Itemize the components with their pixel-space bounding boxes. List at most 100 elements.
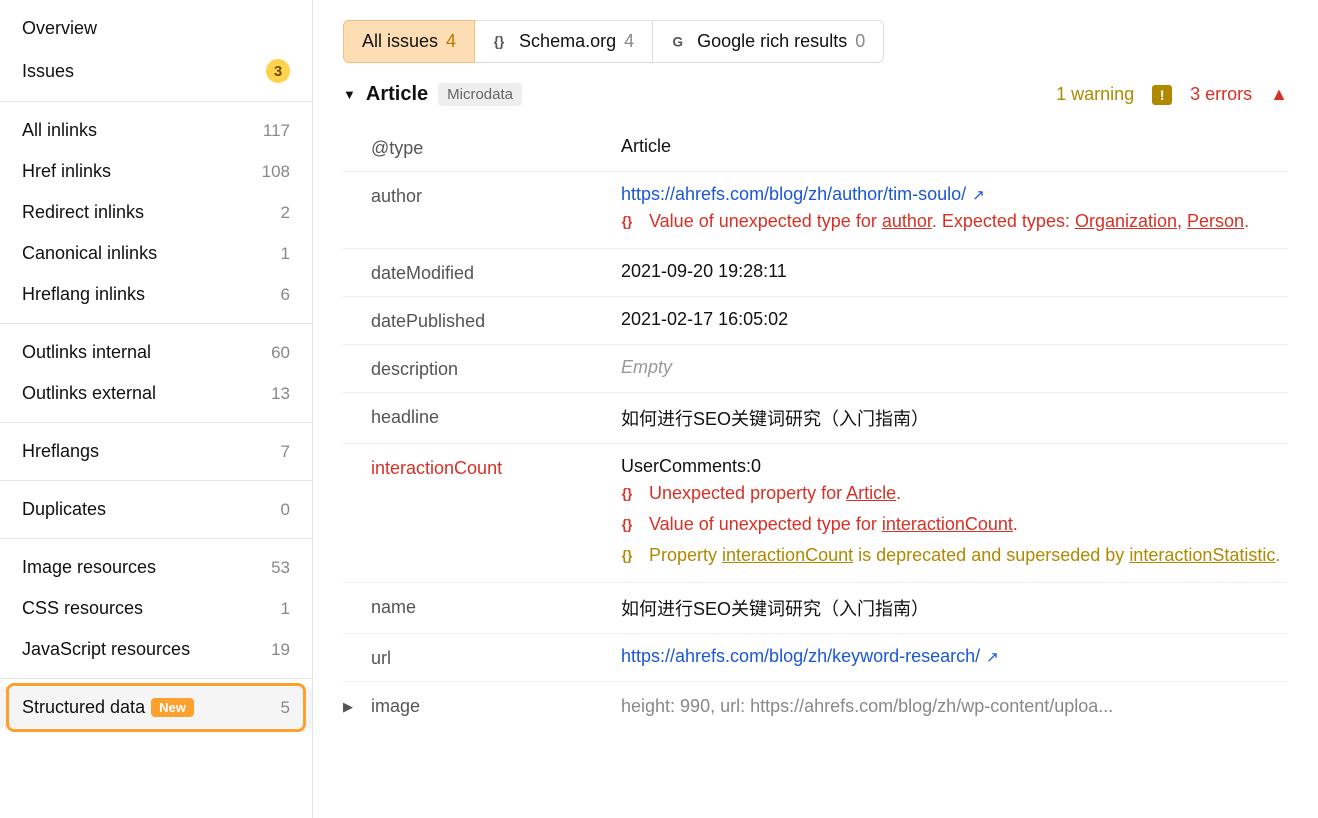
svg-text:{}: {} [494, 33, 505, 48]
braces-error-icon: {} [621, 516, 639, 539]
tab-all-issues[interactable]: All issues 4 [343, 20, 475, 63]
braces-error-icon: {} [621, 213, 639, 236]
sidebar-item-outlinks-external[interactable]: Outlinks external13 [0, 373, 312, 414]
sidebar-item-count: 117 [263, 121, 290, 141]
sidebar-item-overview[interactable]: Overview [0, 8, 312, 49]
prop-row-image: ▶ image height: 990, url: https://ahrefs… [343, 682, 1288, 717]
warning-message: {} Property interactionCount is deprecat… [621, 545, 1288, 570]
prop-row-datepublished: datePublished 2021-02-17 16:05:02 [343, 297, 1288, 345]
prop-key: datePublished [371, 309, 621, 332]
sidebar-item-count: 19 [271, 640, 290, 660]
sidebar-item-count: 60 [271, 343, 290, 363]
prop-key: @type [371, 136, 621, 159]
sidebar-item-count: 2 [281, 203, 290, 223]
prop-row-headline: headline 如何进行SEO关键词研究（入门指南） [343, 393, 1288, 444]
tab-google-rich-results[interactable]: GGoogle rich results0 [653, 20, 884, 63]
sidebar-item-redirect-inlinks[interactable]: Redirect inlinks 2 [0, 192, 312, 233]
svg-text:{}: {} [622, 486, 633, 501]
prop-key: name [371, 595, 621, 618]
prop-row-type: @type Article [343, 118, 1288, 172]
prop-val: https://ahrefs.com/blog/zh/keyword-resea… [621, 646, 1288, 667]
sidebar-item-css-resources[interactable]: CSS resources1 [0, 588, 312, 629]
prop-key: description [371, 357, 621, 380]
tab-count: 4 [624, 31, 634, 52]
sidebar-item-image-resources[interactable]: Image resources 53 [0, 547, 312, 588]
sidebar-item-label: Image resources [22, 557, 156, 578]
svg-text:{}: {} [622, 214, 633, 229]
prop-row-interactioncount: interactionCount UserComments:0 {} Unexp… [343, 444, 1288, 583]
sidebar-item-hreflangs[interactable]: Hreflangs7 [0, 431, 312, 472]
sidebar-item-label: Issues [22, 61, 74, 82]
prop-val: 2021-09-20 19:28:11 [621, 261, 1288, 282]
sidebar-item-count: 6 [281, 285, 290, 305]
sidebar-item-structured-data[interactable]: Structured data New 5 [0, 687, 312, 728]
error-count-text: 3 errors [1190, 84, 1252, 105]
sidebar-item-label: Redirect inlinks [22, 202, 144, 223]
collapse-caret-icon[interactable]: ▼ [343, 87, 356, 102]
prop-key: dateModified [371, 261, 621, 284]
author-link[interactable]: https://ahrefs.com/blog/zh/author/tim-so… [621, 184, 966, 204]
sidebar-item-label: Hreflang inlinks [22, 284, 145, 305]
prop-row-description: description Empty [343, 345, 1288, 393]
warning-count-text: 1 warning [1056, 84, 1134, 105]
sidebar-item-hreflang-inlinks[interactable]: Hreflang inlinks 6 [0, 274, 312, 315]
tab-label: Google rich results [697, 31, 847, 52]
sidebar-item-count: 5 [281, 698, 290, 718]
sidebar-item-all-inlinks[interactable]: All inlinks 117 [0, 110, 312, 151]
error-icon: ▲ [1270, 84, 1288, 105]
sidebar-item-javascript-resources[interactable]: JavaScript resources 19 [0, 629, 312, 670]
sidebar-item-label: Href inlinks [22, 161, 111, 182]
error-message: {} Unexpected property for Article. [621, 483, 1288, 508]
external-link-icon[interactable]: ↗ [972, 187, 985, 204]
prop-row-name: name 如何进行SEO关键词研究（入门指南） [343, 583, 1288, 634]
sidebar-item-outlinks-internal[interactable]: Outlinks internal 60 [0, 332, 312, 373]
sidebar-item-label: Outlinks external [22, 383, 156, 404]
prop-val-truncated: height: 990, url: https://ahrefs.com/blo… [621, 696, 1288, 717]
tab-schema.org[interactable]: {}Schema.org4 [475, 20, 653, 63]
prop-row-datemodified: dateModified 2021-09-20 19:28:11 [343, 249, 1288, 297]
sidebar-item-duplicates[interactable]: Duplicates 0 [0, 489, 312, 530]
prop-key: headline [371, 405, 621, 428]
sidebar-item-label: Outlinks internal [22, 342, 151, 363]
sidebar-item-label: All inlinks [22, 120, 97, 141]
svg-text:{}: {} [622, 517, 633, 532]
external-link-icon[interactable]: ↗ [986, 649, 999, 666]
section-title: Article [366, 83, 428, 106]
sidebar-item-label: Hreflangs [22, 441, 99, 462]
sidebar-item-label: Structured data [22, 697, 145, 718]
braces-warning-icon: {} [621, 547, 639, 570]
new-badge: New [151, 698, 194, 717]
prop-val-text: UserComments:0 [621, 456, 761, 476]
tab-label: All issues [362, 31, 438, 52]
prop-row-author: author https://ahrefs.com/blog/zh/author… [343, 172, 1288, 249]
sidebar-item-label: Duplicates [22, 499, 106, 520]
warning-icon: ! [1152, 85, 1172, 105]
sidebar-item-count: 0 [281, 500, 290, 520]
main-panel: All issues4{}Schema.org4GGoogle rich res… [313, 0, 1318, 818]
sidebar-item-canonical-inlinks[interactable]: Canonical inlinks1 [0, 233, 312, 274]
google-icon: G [671, 33, 689, 51]
url-link[interactable]: https://ahrefs.com/blog/zh/keyword-resea… [621, 646, 980, 666]
prop-val: 如何进行SEO关键词研究（入门指南） [621, 405, 1288, 431]
expand-caret-icon[interactable]: ▶ [343, 699, 371, 715]
prop-key: author [371, 184, 621, 207]
issue-count-badge: 3 [266, 59, 290, 83]
tab-count: 4 [446, 31, 456, 52]
svg-text:G: G [673, 34, 684, 49]
sidebar-item-label: Canonical inlinks [22, 243, 157, 264]
sidebar-item-count: 53 [271, 558, 290, 578]
sidebar: Overview Issues 3 All inlinks 117 Href inlink… [0, 0, 313, 818]
tabs: All issues4{}Schema.org4GGoogle rich res… [343, 20, 1288, 63]
sidebar-item-issues[interactable]: Issues 3 [0, 49, 312, 93]
prop-row-url: url https://ahrefs.com/blog/zh/keyword-r… [343, 634, 1288, 682]
braces-error-icon: {} [621, 485, 639, 508]
prop-val: 如何进行SEO关键词研究（入门指南） [621, 595, 1288, 621]
prop-val: 2021-02-17 16:05:02 [621, 309, 1288, 330]
sidebar-item-label: JavaScript resources [22, 639, 190, 660]
sidebar-item-label: Overview [22, 18, 97, 39]
error-message: {} Value of unexpected type for interact… [621, 514, 1288, 539]
sidebar-item-href-inlinks[interactable]: Href inlinks108 [0, 151, 312, 192]
prop-key: url [371, 646, 621, 669]
braces-icon: {} [493, 33, 511, 51]
microdata-pill: Microdata [438, 83, 522, 106]
